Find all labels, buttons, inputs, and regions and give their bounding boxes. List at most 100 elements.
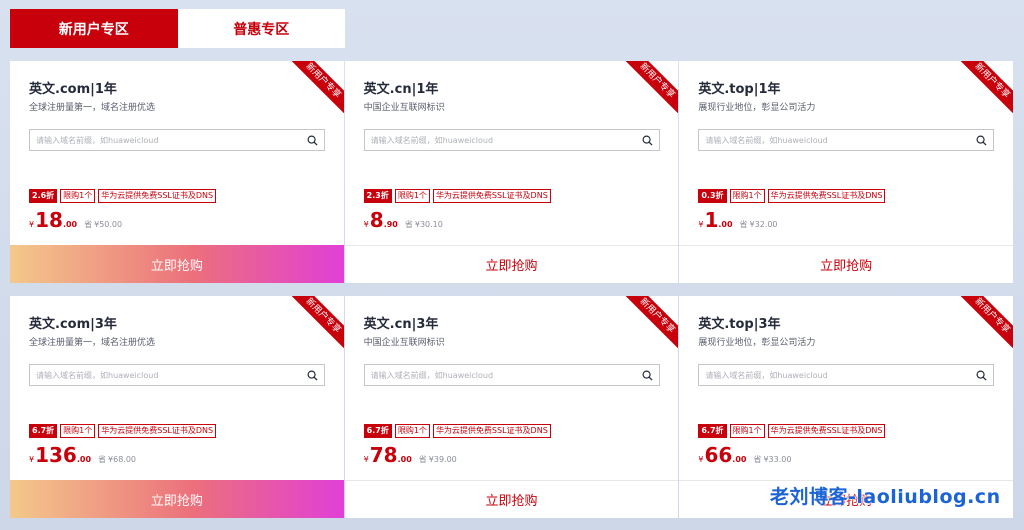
domain-prefix-input[interactable] bbox=[364, 130, 659, 150]
product-row: 新用户专享 英文.com|1年 全球注册量第一，域名注册优选 2.6折 限购1个… bbox=[10, 61, 1014, 283]
promo-tags: 0.3折 限购1个 华为云提供免费SSL证书及DNS bbox=[698, 189, 886, 203]
ssl-badge: 华为云提供免费SSL证书及DNS bbox=[98, 189, 217, 203]
domain-search-box bbox=[363, 129, 660, 151]
domain-prefix-input[interactable] bbox=[30, 365, 324, 385]
new-user-ribbon: 新用户专享 bbox=[961, 296, 1014, 348]
original-price: ¥68.00 bbox=[108, 455, 137, 464]
card-body: 新用户专享 英文.top|3年 展现行业地位，彰显公司活力 6.7折 限购1个 … bbox=[679, 296, 1014, 480]
tab-new-user-zone[interactable]: 新用户专区 bbox=[10, 9, 178, 48]
product-card: 新用户专享 英文.cn|3年 中国企业互联网标识 6.7折 限购1个 华为云提供… bbox=[344, 296, 679, 518]
product-title: 英文.cn|3年 bbox=[363, 317, 439, 332]
discount-badge: 6.7折 bbox=[698, 424, 727, 438]
domain-search-box bbox=[29, 364, 325, 386]
product-title: 英文.top|3年 bbox=[698, 317, 781, 332]
buy-now-button[interactable]: 立即抢购 bbox=[679, 245, 1014, 283]
domain-prefix-input[interactable] bbox=[699, 130, 994, 150]
ssl-badge: 华为云提供免费SSL证书及DNS bbox=[767, 189, 886, 203]
buy-now-button[interactable]: 立即抢购 bbox=[10, 245, 344, 283]
ssl-badge: 华为云提供免费SSL证书及DNS bbox=[432, 424, 551, 438]
product-title: 英文.top|1年 bbox=[698, 82, 781, 97]
original-price: ¥33.00 bbox=[763, 455, 792, 464]
currency-symbol: ¥ bbox=[698, 455, 704, 464]
price-integer: 8 bbox=[369, 208, 384, 232]
card-body: 新用户专享 英文.top|1年 展现行业地位，彰显公司活力 0.3折 限购1个 … bbox=[679, 61, 1014, 245]
ribbon-label: 新用户专享 bbox=[291, 296, 344, 348]
promo-tags: 6.7折 限购1个 华为云提供免费SSL证书及DNS bbox=[29, 424, 217, 438]
ssl-badge: 华为云提供免费SSL证书及DNS bbox=[767, 424, 886, 438]
currency-symbol: ¥ bbox=[29, 455, 35, 464]
saved-prefix: 省 bbox=[84, 220, 93, 229]
limit-badge: 限购1个 bbox=[729, 424, 765, 438]
currency-symbol: ¥ bbox=[698, 220, 704, 229]
domain-search-box bbox=[698, 129, 995, 151]
product-card: 新用户专享 英文.cn|1年 中国企业互联网标识 2.3折 限购1个 华为云提供… bbox=[344, 61, 679, 283]
search-icon[interactable] bbox=[976, 370, 987, 381]
search-icon[interactable] bbox=[642, 370, 653, 381]
price-decimal: .00 bbox=[397, 455, 412, 464]
zone-tabs: 新用户专区 普惠专区 bbox=[10, 9, 345, 48]
limit-badge: 限购1个 bbox=[394, 189, 430, 203]
ribbon-label: 新用户专享 bbox=[626, 296, 679, 348]
saved-prefix: 省 bbox=[98, 455, 107, 464]
price-decimal: .00 bbox=[62, 220, 78, 229]
product-title: 英文.com|1年 bbox=[29, 82, 117, 97]
search-icon[interactable] bbox=[976, 135, 987, 146]
product-title: 英文.com|3年 bbox=[29, 317, 117, 332]
product-grid: 新用户专享 英文.com|1年 全球注册量第一，域名注册优选 2.6折 限购1个… bbox=[10, 61, 1014, 518]
search-icon[interactable] bbox=[307, 370, 318, 381]
original-price: ¥32.00 bbox=[749, 220, 778, 229]
price-integer: 18 bbox=[35, 208, 63, 232]
buy-now-button[interactable]: 立即抢购 bbox=[10, 480, 344, 518]
product-card: 新用户专享 英文.top|1年 展现行业地位，彰显公司活力 0.3折 限购1个 … bbox=[679, 61, 1014, 283]
promo-tags: 6.7折 限购1个 华为云提供免费SSL证书及DNS bbox=[698, 424, 886, 438]
discount-badge: 0.3折 bbox=[698, 189, 727, 203]
new-user-ribbon: 新用户专享 bbox=[291, 61, 344, 113]
original-price: ¥30.10 bbox=[414, 220, 443, 229]
buy-now-button[interactable]: 立即抢购 bbox=[344, 480, 679, 518]
buy-now-button[interactable]: 立即抢购 bbox=[344, 245, 679, 283]
price-integer: 66 bbox=[704, 443, 733, 467]
limit-badge: 限购1个 bbox=[60, 424, 96, 438]
discount-badge: 6.7折 bbox=[363, 424, 392, 438]
limit-badge: 限购1个 bbox=[394, 424, 430, 438]
watermark: 老刘博客-laoliublog.cn bbox=[770, 486, 1001, 508]
price: ¥ 1 .00 省 ¥32.00 bbox=[698, 209, 777, 231]
domain-search-box bbox=[363, 364, 660, 386]
limit-badge: 限购1个 bbox=[60, 189, 96, 203]
currency-symbol: ¥ bbox=[363, 455, 369, 464]
product-card: 新用户专享 英文.com|1年 全球注册量第一，域名注册优选 2.6折 限购1个… bbox=[10, 61, 344, 283]
original-price: ¥50.00 bbox=[94, 220, 123, 229]
discount-badge: 6.7折 bbox=[29, 424, 58, 438]
ssl-badge: 华为云提供免费SSL证书及DNS bbox=[98, 424, 217, 438]
card-body: 新用户专享 英文.cn|3年 中国企业互联网标识 6.7折 限购1个 华为云提供… bbox=[345, 296, 679, 480]
price: ¥ 18 .00 省 ¥50.00 bbox=[29, 209, 122, 231]
ribbon-label: 新用户专享 bbox=[961, 61, 1014, 113]
price: ¥ 78 .00 省 ¥39.00 bbox=[364, 444, 457, 466]
saved-prefix: 省 bbox=[753, 455, 762, 464]
domain-prefix-input[interactable] bbox=[30, 130, 324, 150]
promo-tags: 2.3折 限购1个 华为云提供免费SSL证书及DNS bbox=[363, 189, 551, 203]
domain-search-box bbox=[698, 364, 995, 386]
ssl-badge: 华为云提供免费SSL证书及DNS bbox=[432, 189, 551, 203]
card-body: 新用户专享 英文.com|1年 全球注册量第一，域名注册优选 2.6折 限购1个… bbox=[10, 61, 344, 245]
discount-badge: 2.3折 bbox=[363, 189, 392, 203]
product-description: 展现行业地位，彰显公司活力 bbox=[698, 338, 816, 348]
domain-prefix-input[interactable] bbox=[364, 365, 659, 385]
search-icon[interactable] bbox=[307, 135, 318, 146]
currency-symbol: ¥ bbox=[363, 220, 369, 229]
price-integer: 136 bbox=[35, 443, 77, 467]
ribbon-label: 新用户专享 bbox=[291, 61, 344, 113]
new-user-ribbon: 新用户专享 bbox=[626, 296, 679, 348]
promo-tags: 6.7折 限购1个 华为云提供免费SSL证书及DNS bbox=[363, 424, 551, 438]
search-icon[interactable] bbox=[642, 135, 653, 146]
price: ¥ 8 .90 省 ¥30.10 bbox=[364, 209, 443, 231]
limit-badge: 限购1个 bbox=[729, 189, 765, 203]
new-user-ribbon: 新用户专享 bbox=[291, 296, 344, 348]
tab-general-zone[interactable]: 普惠专区 bbox=[178, 9, 346, 48]
ribbon-label: 新用户专享 bbox=[961, 296, 1014, 348]
product-description: 全球注册量第一，域名注册优选 bbox=[29, 338, 156, 348]
price: ¥ 66 .00 省 ¥33.00 bbox=[698, 444, 791, 466]
domain-prefix-input[interactable] bbox=[699, 365, 994, 385]
price-decimal: .00 bbox=[76, 455, 92, 464]
saved-prefix: 省 bbox=[418, 455, 427, 464]
